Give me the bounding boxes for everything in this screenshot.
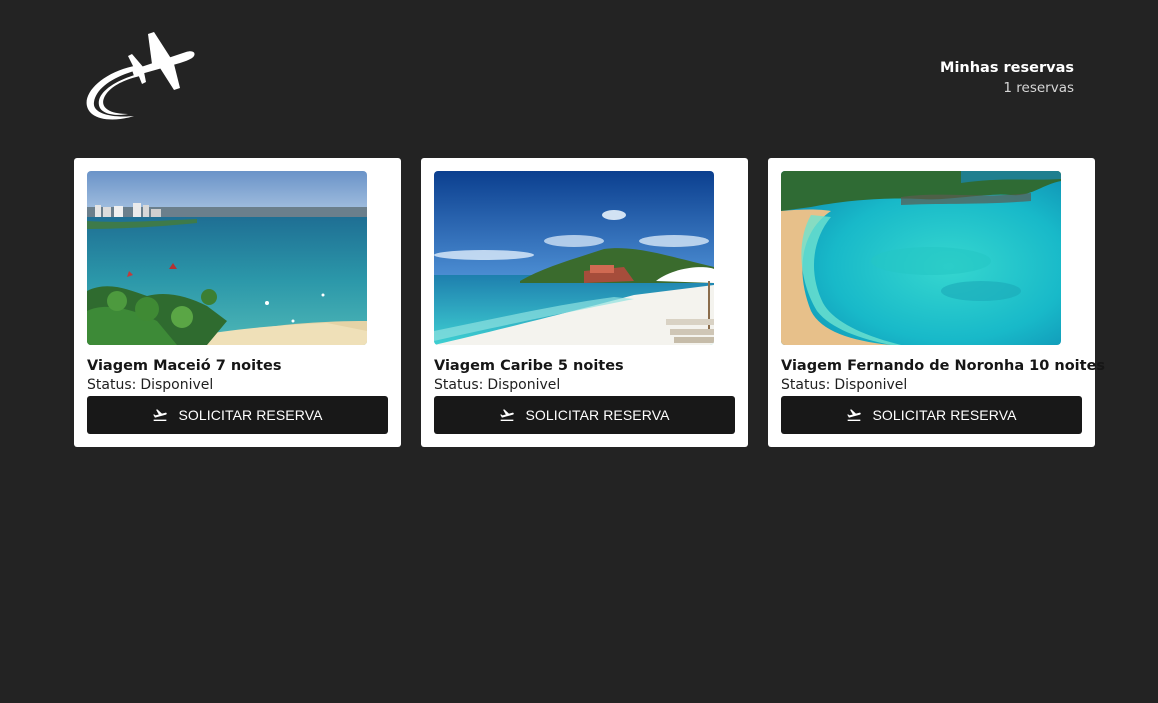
- button-label: SOLICITAR RESERVA: [525, 407, 670, 423]
- trip-photo-caribe: [434, 171, 714, 345]
- trip-card: Viagem Caribe 5 noites Status: Disponivel…: [421, 158, 748, 447]
- flight-takeoff-icon: [152, 407, 168, 423]
- trip-status: Status: Disponivel: [87, 375, 388, 395]
- status-label: Status:: [434, 377, 484, 393]
- status-value: Disponivel: [834, 377, 908, 393]
- trip-card: Viagem Maceió 7 noites Status: Disponivel…: [74, 158, 401, 447]
- minhas-reservas-link[interactable]: Minhas reservas 1 reservas: [940, 59, 1074, 99]
- airplane-logo-icon[interactable]: [82, 30, 197, 122]
- reservas-title: Minhas reservas: [940, 60, 1074, 76]
- trip-card: Viagem Fernando de Noronha 10 noites Sta…: [768, 158, 1106, 447]
- trip-status: Status: Disponivel: [434, 375, 735, 395]
- flight-takeoff-icon: [499, 407, 515, 423]
- status-label: Status:: [781, 377, 831, 393]
- reservas-count: 1 reservas: [1003, 80, 1074, 96]
- trip-list: Viagem Maceió 7 noites Status: Disponivel…: [74, 158, 1106, 447]
- flight-takeoff-icon: [846, 407, 862, 423]
- solicitar-reserva-button[interactable]: SOLICITAR RESERVA: [434, 396, 735, 434]
- status-value: Disponivel: [487, 377, 561, 393]
- trip-title: Viagem Maceió 7 noites: [87, 358, 282, 374]
- trip-status: Status: Disponivel: [781, 375, 1082, 395]
- button-label: SOLICITAR RESERVA: [872, 407, 1017, 423]
- solicitar-reserva-button[interactable]: SOLICITAR RESERVA: [781, 396, 1082, 434]
- header: Minhas reservas 1 reservas: [0, 0, 1158, 150]
- trip-photo-maceio: [87, 171, 367, 345]
- trip-title: Viagem Fernando de Noronha 10 noites: [781, 358, 1106, 374]
- status-label: Status:: [87, 377, 137, 393]
- status-value: Disponivel: [140, 377, 214, 393]
- button-label: SOLICITAR RESERVA: [178, 407, 323, 423]
- trip-photo-noronha: [781, 171, 1061, 345]
- trip-title: Viagem Caribe 5 noites: [434, 358, 624, 374]
- solicitar-reserva-button[interactable]: SOLICITAR RESERVA: [87, 396, 388, 434]
